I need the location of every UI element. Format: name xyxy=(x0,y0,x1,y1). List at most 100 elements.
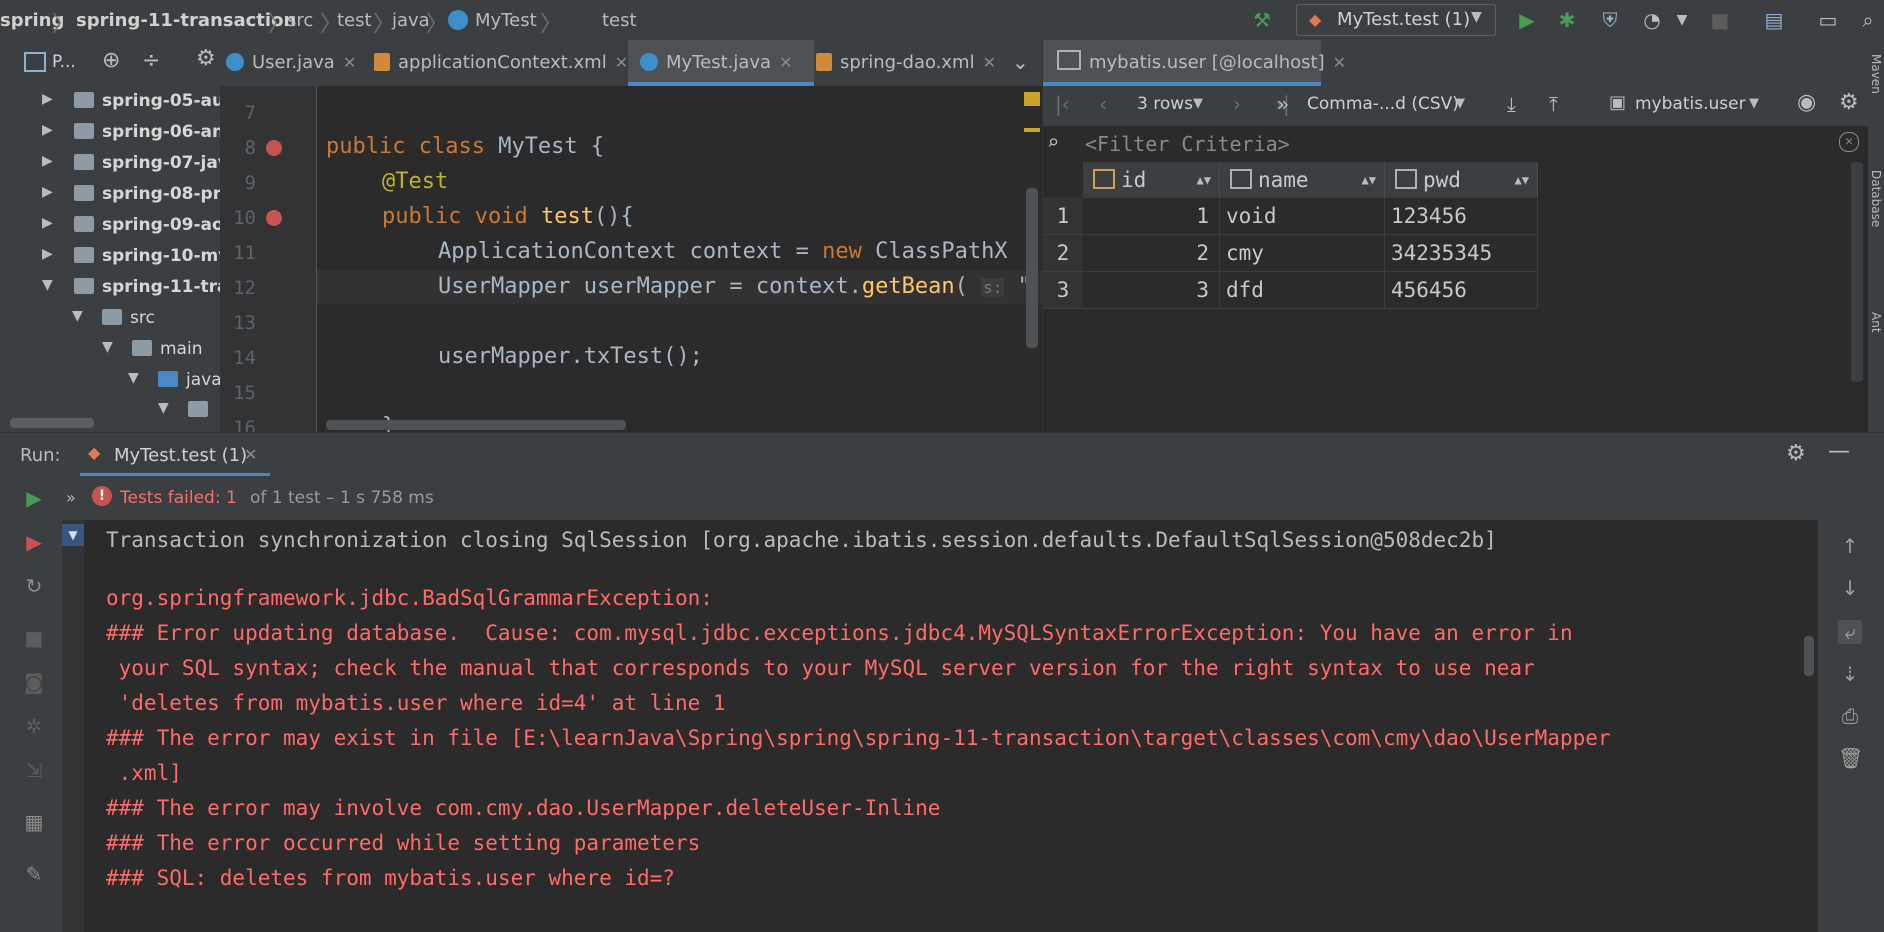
run-gutter-icon[interactable] xyxy=(266,210,282,226)
run-configuration-select[interactable]: ◆ MyTest.test (1) ▼ xyxy=(1296,4,1496,36)
previous-page-icon[interactable]: ‹ xyxy=(1099,92,1107,116)
export-format-select[interactable]: Comma-...d (CSV) xyxy=(1307,94,1459,114)
minimize-icon[interactable]: — xyxy=(1828,439,1850,464)
collapse-all-icon[interactable]: ÷ xyxy=(142,48,160,73)
close-icon[interactable]: ✕ xyxy=(343,53,356,72)
tab-user-java[interactable]: User.java ✕ xyxy=(226,40,366,86)
coverage-shield-icon[interactable]: ⛨ xyxy=(1598,8,1622,32)
chevron-right-icon[interactable]: ▶ xyxy=(42,184,53,200)
trash-icon[interactable]: 🗑 xyxy=(1838,746,1863,770)
project-structure-icon[interactable]: ▤ xyxy=(1762,8,1786,32)
arrow-up-icon[interactable]: ↑ xyxy=(1838,534,1862,558)
debug-bug-icon[interactable]: ✱ xyxy=(1555,8,1579,32)
breadcrumb-module[interactable]: spring-11-transaction xyxy=(76,10,296,31)
profile-icon[interactable]: ◔ xyxy=(1640,8,1664,32)
chevron-down-icon[interactable]: ▼ xyxy=(128,370,139,386)
upload-icon[interactable]: ⤒ xyxy=(1549,92,1558,116)
database-tool-button[interactable]: Database xyxy=(1869,170,1883,227)
tree-item[interactable]: ▶ spring-09-aop xyxy=(10,210,220,240)
tree-item[interactable]: ▼ src xyxy=(10,303,220,333)
chevron-down-icon[interactable]: ▼ xyxy=(1749,96,1759,111)
row-number[interactable]: 3 xyxy=(1043,272,1083,309)
table-cell[interactable]: 1 xyxy=(1083,198,1220,235)
column-header-pwd[interactable]: pwd ▲▼ xyxy=(1385,162,1538,198)
stop-icon[interactable]: ■ xyxy=(22,626,46,650)
tab-run-mytest[interactable]: ◆ MyTest.test (1) ✕ xyxy=(80,433,270,477)
first-page-icon[interactable]: |‹ xyxy=(1055,92,1070,116)
warning-marker[interactable] xyxy=(1024,92,1040,106)
chevron-down-icon[interactable]: ▼ xyxy=(1670,8,1694,32)
chevron-right-icon[interactable]: ▶ xyxy=(42,246,53,262)
table-cell[interactable]: void xyxy=(1220,198,1385,235)
vertical-scrollbar[interactable] xyxy=(1026,188,1038,348)
table-cell[interactable]: 34235345 xyxy=(1385,235,1538,272)
close-icon[interactable]: ✕ xyxy=(244,445,257,464)
chevron-right-icon[interactable]: ▶ xyxy=(42,215,53,231)
horizontal-scrollbar[interactable] xyxy=(326,420,626,430)
table-cell[interactable]: 3 xyxy=(1083,272,1220,309)
ant-tool-button[interactable]: Ant xyxy=(1869,312,1883,333)
breadcrumb-java[interactable]: java xyxy=(392,10,430,31)
download-icon[interactable]: ⤓ xyxy=(1507,92,1516,116)
gear-icon[interactable]: ⚙ xyxy=(1839,90,1859,115)
run-gutter-icon[interactable] xyxy=(266,140,282,156)
chevron-right-icon[interactable]: ▶ xyxy=(42,122,53,138)
tree-item[interactable]: ▶ spring-10-myb xyxy=(10,241,220,271)
chevron-down-icon[interactable]: ▼ xyxy=(158,400,169,416)
stop-icon[interactable]: ■ xyxy=(1708,8,1732,32)
more-icon[interactable]: » xyxy=(1277,92,1289,116)
tree-item[interactable]: ▼ spring-11-tran xyxy=(10,272,220,302)
chevron-down-icon[interactable]: ▼ xyxy=(72,308,83,324)
close-icon[interactable]: ✕ xyxy=(615,53,628,72)
tree-item[interactable]: ▶ spring-06-ann xyxy=(10,117,220,147)
locate-icon[interactable]: ⊕ xyxy=(102,48,120,73)
warning-marker[interactable] xyxy=(1024,128,1040,132)
arrow-down-icon[interactable]: ↓ xyxy=(1838,576,1862,600)
settings-icon[interactable]: ✲ xyxy=(22,714,46,738)
chevron-down-icon[interactable]: ▼ xyxy=(1193,96,1203,111)
row-number[interactable]: 1 xyxy=(1043,198,1083,235)
horizontal-scrollbar[interactable] xyxy=(10,418,94,428)
terminal-icon[interactable]: ▭ xyxy=(1816,8,1840,32)
soft-wrap-icon[interactable]: ⤶ xyxy=(1838,620,1862,644)
table-cell[interactable]: 2 xyxy=(1083,235,1220,272)
sort-icon[interactable]: ▲▼ xyxy=(1515,162,1529,198)
table-select[interactable]: mybatis.user xyxy=(1635,94,1746,114)
tree-item[interactable]: ▶ spring-07-java xyxy=(10,148,220,178)
next-page-icon[interactable]: › xyxy=(1233,92,1241,116)
column-header-id[interactable]: id ▲▼ xyxy=(1083,162,1220,198)
clear-filter-icon[interactable]: ✕ xyxy=(1839,132,1859,152)
tree-item[interactable]: ▶ spring-05-auto xyxy=(10,86,220,116)
chevron-right-icon[interactable]: ▶ xyxy=(42,153,53,169)
tree-item[interactable]: ▼ main xyxy=(10,334,220,364)
sort-icon[interactable]: ▲▼ xyxy=(1197,162,1211,198)
breadcrumb-method[interactable]: test xyxy=(602,10,637,31)
table-cell[interactable]: 456456 xyxy=(1385,272,1538,309)
rows-count-select[interactable]: 3 rows xyxy=(1137,94,1193,114)
chevron-down-icon[interactable]: ▼ xyxy=(102,339,113,355)
close-icon[interactable]: ✕ xyxy=(1333,53,1346,72)
tree-item[interactable]: ▼ java xyxy=(10,365,220,395)
table-cell[interactable]: dfd xyxy=(1220,272,1385,309)
tab-spring-dao-xml[interactable]: spring-dao.xml ✕ xyxy=(816,40,1016,86)
tab-mytest-java[interactable]: MyTest.java ✕ xyxy=(628,40,814,86)
breadcrumb-src[interactable]: src xyxy=(287,10,313,31)
tab-mybatis-user[interactable]: mybatis.user [@localhost] ✕ xyxy=(1043,40,1346,86)
chevron-down-icon[interactable]: ▼ xyxy=(62,524,84,546)
pin-icon[interactable]: ✎ xyxy=(22,862,46,886)
print-icon[interactable]: ⎙ xyxy=(1838,704,1862,728)
search-icon[interactable]: ⌕ xyxy=(1856,8,1880,32)
build-hammer-icon[interactable]: ⚒ xyxy=(1250,8,1274,32)
view-eye-icon[interactable]: ◉ xyxy=(1797,90,1816,115)
gear-icon[interactable]: ⚙ xyxy=(196,46,216,71)
rerun-failed-icon[interactable]: ▶ xyxy=(22,530,46,554)
filter-criteria-input[interactable]: <Filter Criteria> xyxy=(1085,132,1290,156)
scroll-to-end-icon[interactable]: ⇣ xyxy=(1838,662,1862,686)
import-icon[interactable]: ⇲ xyxy=(22,758,46,782)
chevron-right-icon[interactable]: ▶ xyxy=(42,91,53,107)
row-number[interactable]: 2 xyxy=(1043,235,1083,272)
run-icon[interactable]: ▶ xyxy=(1515,8,1539,32)
sort-icon[interactable]: ▲▼ xyxy=(1362,162,1376,198)
close-icon[interactable]: ✕ xyxy=(983,53,996,72)
tree-item[interactable]: ▶ spring-08-pro xyxy=(10,179,220,209)
